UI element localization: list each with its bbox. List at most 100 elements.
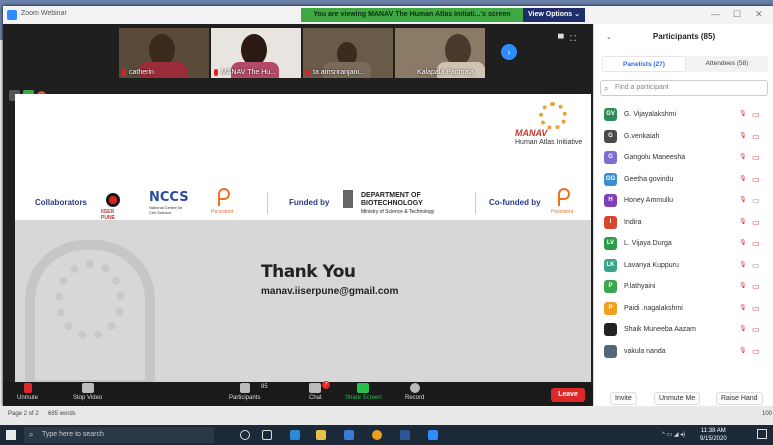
mic-muted-icon: 🎙 xyxy=(739,175,747,182)
participants-button[interactable]: Participants xyxy=(229,383,260,401)
participant-name: G. Vijayalakshmi xyxy=(624,111,677,118)
dbt-logo xyxy=(339,188,357,214)
participant-name: Indira xyxy=(624,218,642,226)
tab-attendees[interactable]: Attendees (58) xyxy=(686,56,768,72)
participant-row[interactable]: H Honey Ammullu 🎙 ▭ xyxy=(594,190,773,212)
persistent-mark-icon xyxy=(558,188,570,206)
minimize-button[interactable]: — xyxy=(711,9,720,19)
taskbar-clock[interactable]: 11:38 AM 9/15/2020 xyxy=(700,427,727,443)
video-tile[interactable]: ta amsriranjani... xyxy=(303,28,393,78)
video-off-icon: ▭ xyxy=(752,325,760,334)
tab-panelists[interactable]: Panelists (27) xyxy=(602,56,686,72)
participants-panel: ⌄ Participants (85) Panelists (27) Atten… xyxy=(593,24,773,406)
windows-start-icon[interactable] xyxy=(6,430,16,440)
file-explorer-icon[interactable] xyxy=(316,430,326,440)
persistent-logo: Persistent xyxy=(211,188,233,215)
thank-you-heading: Thank You xyxy=(261,262,356,282)
nccs-logo: NCCS National Centre for Cell Science xyxy=(149,190,189,215)
contact-email: manav.iiserpune@gmail.com xyxy=(261,286,399,297)
mic-muted-icon: 🎙 xyxy=(739,304,747,311)
word-count: 685 words xyxy=(48,411,76,417)
participant-row[interactable]: LK Lavanya Kuppuru 🎙 ▭ xyxy=(594,255,773,277)
iiser-logo: IISER PUNE xyxy=(101,192,123,221)
mic-muted-icon: 🎙 xyxy=(739,326,747,332)
muted-mic-icon xyxy=(122,69,126,76)
search-icon: ⌕ xyxy=(604,84,609,93)
video-tile[interactable]: Kalapala Padmaja xyxy=(395,28,485,78)
share-screen-button[interactable]: Share Screen xyxy=(345,383,382,401)
avatar: P xyxy=(604,280,617,293)
video-tile-name: MANAV The Hu... xyxy=(221,69,276,76)
participant-row[interactable]: Shaik Muneeba Aazam 🎙 ▭ xyxy=(594,319,773,341)
participant-row[interactable]: P Paidi .nagalakshmi 🎙 ▭ xyxy=(594,298,773,320)
mic-muted-icon: 🎙 xyxy=(739,261,747,268)
participants-label: Participants xyxy=(229,395,261,401)
dbt-line2: BIOTECHNOLOGY xyxy=(361,200,423,207)
taskbar-search-input[interactable]: ⌕ Type here to search xyxy=(24,427,214,443)
zoom-taskbar-icon[interactable] xyxy=(428,430,438,440)
task-view-icon[interactable] xyxy=(262,430,272,440)
notification-icon[interactable] xyxy=(757,429,767,439)
persistent-label: Persistent xyxy=(551,209,574,215)
screen-share-banner: You are viewing MANAV The Human Atlas In… xyxy=(301,8,523,22)
participant-row[interactable]: P P.lathyaini 🎙 ▭ xyxy=(594,276,773,298)
video-camera-icon xyxy=(81,383,94,393)
participant-name: G.venkaiah xyxy=(624,132,660,140)
raise-hand-button[interactable]: Raise Hand xyxy=(716,392,763,405)
video-tile[interactable]: catherin xyxy=(119,28,209,78)
chrome-icon[interactable] xyxy=(372,430,382,440)
participant-search-input[interactable]: ⌕ Find a participant xyxy=(600,80,768,96)
participant-row[interactable]: GG Geetha govindu 🎙 ▭ xyxy=(594,169,773,191)
next-videos-icon[interactable]: › xyxy=(501,44,517,60)
windows-taskbar: ⌕ Type here to search ^ ▭ ◢ ◂) 11:38 AM … xyxy=(0,425,773,445)
title-bar: Zoom Webinar You are viewing MANAV The H… xyxy=(3,6,773,24)
word-status-bar: Page 2 of 2 685 words 100 xyxy=(0,406,773,425)
participant-row[interactable]: LV L. Vijaya Durga 🎙 ▭ xyxy=(594,233,773,255)
participant-row[interactable]: GV G. Vijayalakshmi 🎙 ▭ xyxy=(594,104,773,126)
close-button[interactable]: ✕ xyxy=(755,9,763,20)
stop-video-label: Stop Video xyxy=(73,395,103,401)
cortana-icon[interactable] xyxy=(240,430,250,440)
system-tray[interactable]: ^ ▭ ◢ ◂) xyxy=(662,431,685,438)
participant-row[interactable]: vakula nanda 🎙 ▭ xyxy=(594,341,773,363)
avatar: GG xyxy=(604,172,617,186)
chat-icon xyxy=(309,383,322,393)
unmute-button[interactable]: Unmute xyxy=(17,383,38,401)
mic-muted-icon: 🎙 xyxy=(739,283,747,289)
video-tile[interactable]: MANAV The Hu... xyxy=(211,28,301,78)
unmute-me-button[interactable]: Unmute Me xyxy=(654,392,701,405)
share-screen-icon xyxy=(357,383,370,393)
stop-video-button[interactable]: Stop Video xyxy=(73,383,102,401)
record-button[interactable]: Record xyxy=(405,383,424,401)
unmute-label: Unmute xyxy=(17,395,39,401)
edge-icon[interactable] xyxy=(290,430,300,440)
video-off-icon: ▭ xyxy=(752,239,760,248)
video-off-icon: ▭ xyxy=(752,196,760,205)
page-count: Page 2 of 2 xyxy=(8,411,39,417)
avatar xyxy=(604,323,617,336)
dbt-line3: Ministry of Science & Technology xyxy=(361,209,435,215)
gallery-view-icon[interactable]: ▀ ⛶ xyxy=(558,34,576,44)
zoom-window: Zoom Webinar You are viewing MANAV The H… xyxy=(3,6,773,406)
word-icon[interactable] xyxy=(400,430,410,440)
leave-button[interactable]: Leave xyxy=(551,388,585,402)
view-options-button[interactable]: View Options ⌄ xyxy=(523,8,585,22)
chat-button[interactable]: Chat xyxy=(309,383,322,401)
invite-button[interactable]: Invite xyxy=(610,392,637,405)
mail-icon[interactable] xyxy=(344,430,354,440)
participant-name: L. Vijaya Durga xyxy=(624,240,672,247)
participant-name: P.lathyaini xyxy=(624,283,656,290)
participant-row[interactable]: I Indira 🎙 ▭ xyxy=(594,212,773,234)
maximize-button[interactable]: ☐ xyxy=(733,9,741,20)
video-off-icon: ▭ xyxy=(752,282,760,291)
video-off-icon: ▭ xyxy=(752,346,760,356)
avatar xyxy=(604,344,617,358)
video-tile-name: ta amsriranjani... xyxy=(313,69,365,76)
participant-row[interactable]: G G.venkaiah 🎙 ▭ xyxy=(594,126,773,148)
collaborators-label: Collaborators xyxy=(35,198,88,207)
persistent-logo: Persistent xyxy=(551,188,573,215)
participant-name: Lavanya Kuppuru xyxy=(624,261,679,269)
participant-name: Geetha govindu xyxy=(624,175,674,183)
participant-list: GV G. Vijayalakshmi 🎙 ▭ G G.venkaiah 🎙 ▭ G Gangol… xyxy=(594,104,773,362)
participant-row[interactable]: G Gangolu Maneesha 🎙 ▭ xyxy=(594,147,773,169)
